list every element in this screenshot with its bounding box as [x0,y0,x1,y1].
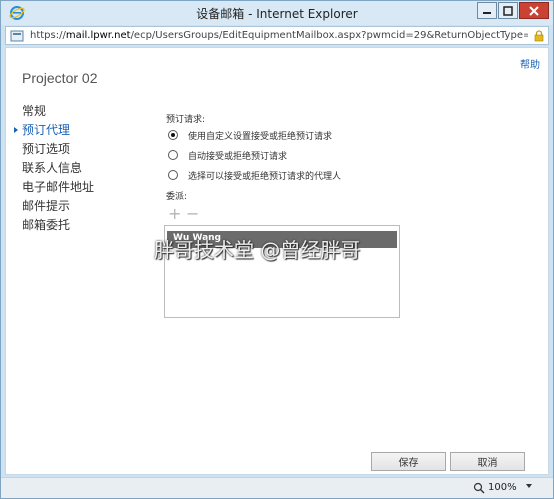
booking-requests-label: 预订请求: [166,115,206,125]
url-path: /ecp/UsersGroups/EditEquipmentMailbox.as… [130,30,528,41]
sidebar-item-email-address[interactable]: 电子邮件地址 [22,178,94,197]
radio-option-custom[interactable]: 使用自定义设置接受或拒绝预订请求 [166,127,546,145]
zoom-level[interactable]: 100% [488,482,517,493]
help-link[interactable]: 帮助 [520,56,540,71]
radio-option-auto[interactable]: 自动接受或拒绝预订请求 [166,147,546,165]
radio-button[interactable] [168,150,178,160]
lock-icon[interactable] [534,30,544,42]
sidebar-item-mailbox-delegation[interactable]: 邮箱委托 [22,216,94,235]
zoom-icon [473,482,485,494]
selected-arrow-icon [14,127,18,133]
sidebar-item-contact-info[interactable]: 联系人信息 [22,159,94,178]
radio-label: 选择可以接受或拒绝预订请求的代理人 [188,172,342,182]
url-host: mail.lpwr.net [65,30,131,41]
radio-option-delegates[interactable]: 选择可以接受或拒绝预订请求的代理人 [166,167,546,185]
sidebar-item-mail-tips[interactable]: 邮件提示 [22,197,94,216]
close-button[interactable] [519,2,549,19]
delegates-toolbar: + − [166,206,546,226]
save-button[interactable]: 保存 [371,452,446,471]
ie-window: 设备邮箱 - Internet Explorer https://mail.lp… [0,0,554,499]
url-prefix: https:// [30,30,66,41]
page-content: 帮助 Projector 02 常规 预订代理 预订选项 联系人信息 电子邮件地… [5,47,549,475]
cancel-button[interactable]: 取消 [450,452,525,471]
chevron-down-icon[interactable] [525,482,533,490]
page-icon [10,30,24,42]
sidebar-item-general[interactable]: 常规 [22,102,94,121]
sidebar-item-label: 预订代理 [22,123,71,137]
remove-delegate-button[interactable]: − [186,206,199,222]
status-bar: 100% [1,477,553,498]
address-bar[interactable]: https://mail.lpwr.net/ecp/UsersGroups/Ed… [5,26,549,45]
maximize-icon [503,5,513,16]
add-delegate-button[interactable]: + [168,206,181,222]
maximize-button[interactable] [498,2,518,19]
radio-button[interactable] [168,170,178,180]
radio-label: 自动接受或拒绝预订请求 [188,152,288,162]
address-url[interactable]: https://mail.lpwr.net/ecp/UsersGroups/Ed… [30,30,528,41]
minimize-button[interactable] [477,2,497,19]
window-title: 设备邮箱 - Internet Explorer [196,7,358,21]
booking-form: 预订请求: 使用自定义设置接受或拒绝预订请求 自动接受或拒绝预订请求 选择可以接… [166,112,546,226]
minimize-icon [483,11,491,14]
sidebar-nav: 常规 预订代理 预订选项 联系人信息 电子邮件地址 邮件提示 邮箱委托 [14,102,94,235]
sidebar-item-booking-options[interactable]: 预订选项 [22,140,94,159]
close-icon [529,5,539,16]
delegates-label: 委派: [166,192,188,202]
mailbox-name: Projector 02 [22,70,98,86]
title-bar: 设备邮箱 - Internet Explorer [1,1,553,25]
radio-label: 使用自定义设置接受或拒绝预订请求 [188,132,333,142]
sidebar-item-booking-delegates[interactable]: 预订代理 [14,121,94,140]
watermark-text: 胖哥技术堂 @曾经胖哥 [154,238,361,262]
radio-button-selected[interactable] [168,130,178,140]
